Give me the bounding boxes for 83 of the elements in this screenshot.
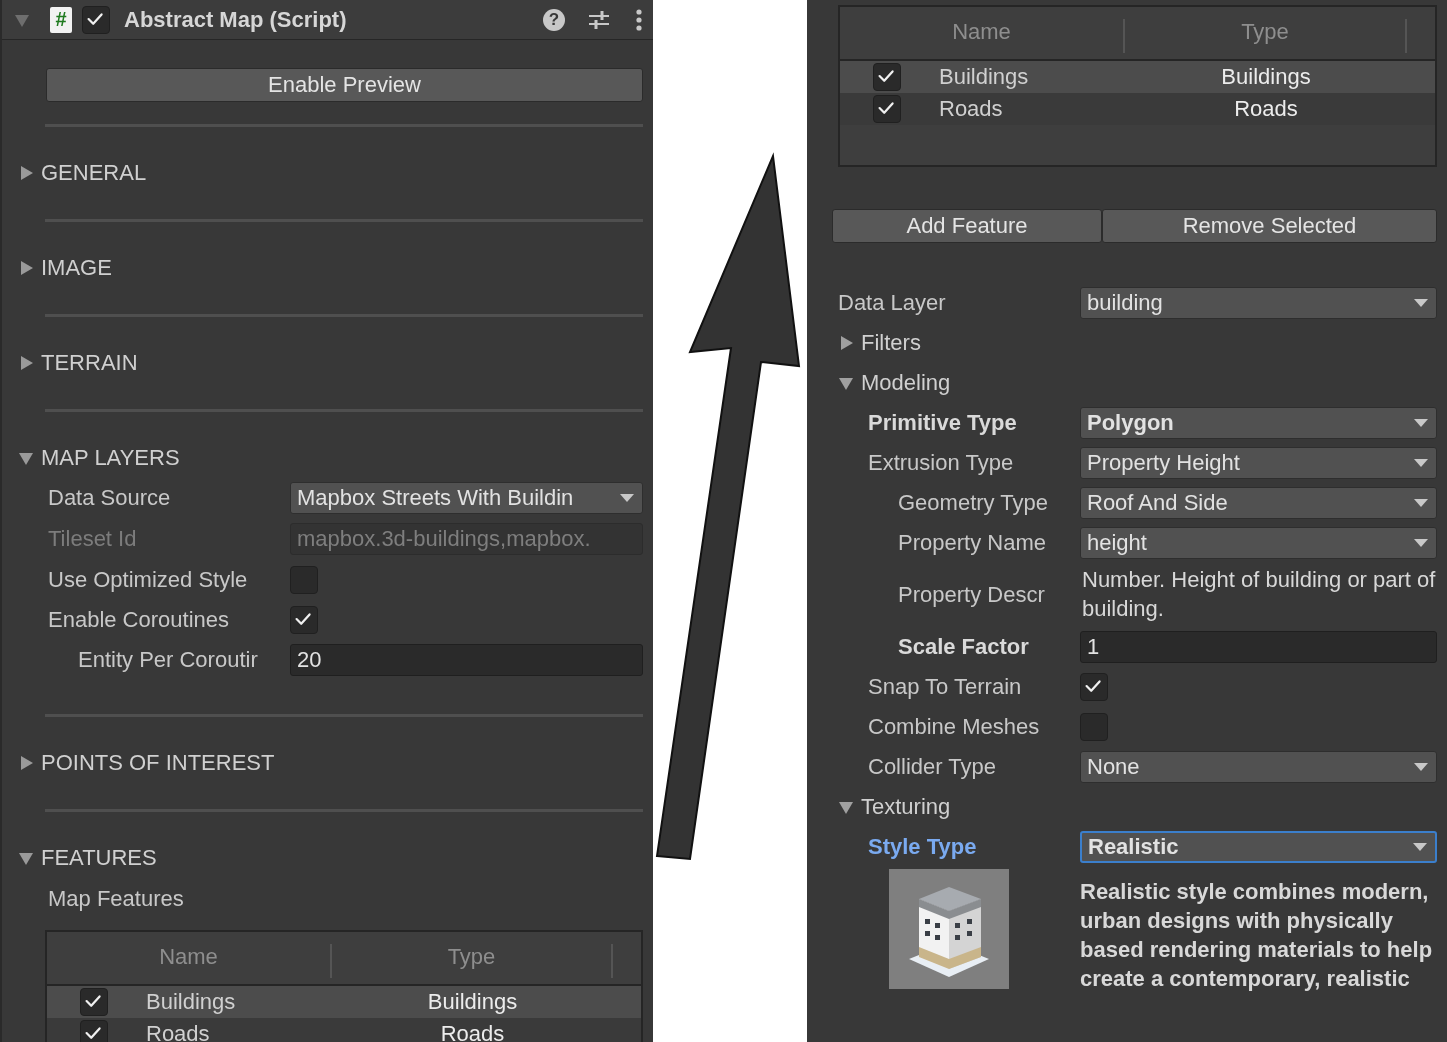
number-field[interactable]: 1 [1080,631,1437,663]
section-title[interactable]: MAP LAYERS [41,445,180,471]
checkbox[interactable] [80,988,108,1016]
field-label: Map Features [47,886,185,912]
property-description: Number. Height of building or part of building. [1081,566,1437,623]
component-title: Abstract Map (Script) [124,6,348,33]
feature-name: Buildings [146,989,236,1015]
feature-type: Buildings [426,989,519,1015]
field-label: Snap To Terrain [867,674,1023,700]
field-label: Data Layer [838,290,947,316]
checkbox[interactable] [1080,673,1108,701]
feature-type: Roads [439,1021,506,1042]
help-icon[interactable]: ? [543,8,565,31]
caret-icon [1414,298,1428,308]
field-label: Geometry Type [897,490,1049,516]
foldout-arrow-icon[interactable] [838,375,854,391]
section-title[interactable]: FEATURES [41,845,157,871]
field-label: Scale Factor [897,634,1030,660]
dropdown[interactable]: building [1080,287,1437,319]
table-row[interactable]: Roads Roads [47,1018,641,1042]
dropdown[interactable]: None [1080,751,1437,783]
foldout-arrow-icon[interactable] [838,799,854,815]
feature-name: Roads [939,96,1003,122]
checkbox[interactable] [82,5,110,34]
field-label: Entity Per Coroutir [77,647,259,673]
field-label: Data Source [47,485,172,511]
section-title[interactable]: TERRAIN [41,350,138,376]
foldout-label[interactable]: Modeling [861,370,951,396]
dropdown[interactable]: height [1080,527,1437,559]
checkbox[interactable] [873,63,901,91]
style-description: Realistic style combines modern, urban designs with physically based rendering materials to help create a contemporary, realistic [1080,878,1434,993]
caret-icon [620,493,634,503]
foldout-arrow-icon[interactable] [18,355,34,371]
field-label: Collider Type [867,754,997,780]
caret-icon [1414,538,1428,548]
field-label: Property Descr [897,582,1046,608]
feature-button[interactable]: Add Feature [832,209,1102,243]
dropdown[interactable]: Mapbox Streets With Buildin [290,482,643,514]
dropdown[interactable]: Realistic [1080,831,1437,863]
foldout-label[interactable]: Texturing [861,794,951,820]
checkbox[interactable] [290,606,318,634]
field-label: Enable Coroutines [47,607,230,633]
caret-icon [1414,498,1428,508]
enable-preview-button[interactable]: Enable Preview [46,68,643,102]
field-label: Property Name [897,530,1047,556]
feature-name: Roads [146,1021,210,1042]
field-label: Use Optimized Style [47,567,249,593]
foldout-label[interactable]: Filters [861,330,921,356]
foldout-arrow-icon[interactable] [18,165,34,181]
field-label: Primitive Type [867,410,1018,436]
more-menu-icon[interactable] [635,7,643,32]
dropdown[interactable]: Polygon [1080,407,1437,439]
foldout-arrow-icon[interactable] [18,260,34,276]
foldout-arrow-icon[interactable] [838,335,854,351]
checkbox[interactable] [1080,713,1108,741]
caret-icon [1414,762,1428,772]
field-label: Extrusion Type [867,450,1015,476]
checkbox[interactable] [80,1020,108,1042]
foldout-arrow-icon[interactable] [18,850,34,866]
table-row[interactable]: Roads Roads [840,93,1435,125]
caret-icon [1413,842,1427,852]
feature-type: Buildings [1220,64,1312,90]
number-field[interactable]: 20 [290,644,643,676]
section-title[interactable]: GENERAL [41,160,147,186]
checkbox[interactable] [290,566,318,594]
section-title[interactable]: IMAGE [41,255,112,281]
feature-button[interactable]: Remove Selected [1102,209,1437,243]
field-label: Tileset Id [47,526,138,552]
caret-icon [1414,458,1428,468]
caret-icon [1414,418,1428,428]
foldout-arrow-icon[interactable] [18,755,34,771]
feature-name: Buildings [939,64,1029,90]
section-title[interactable]: POINTS OF INTEREST [41,750,275,776]
foldout-arrow-icon[interactable] [18,450,34,466]
feature-type: Roads [1233,96,1299,122]
dropdown[interactable]: Property Height [1080,447,1437,479]
dropdown[interactable]: Roof And Side [1080,487,1437,519]
checkbox[interactable] [873,95,901,123]
table-row[interactable]: Buildings Buildings [47,986,641,1018]
table-row[interactable]: Buildings Buildings [840,61,1435,93]
field-label: Style Type [867,834,978,860]
field-label: Combine Meshes [867,714,1041,740]
script-icon: # [50,6,72,33]
